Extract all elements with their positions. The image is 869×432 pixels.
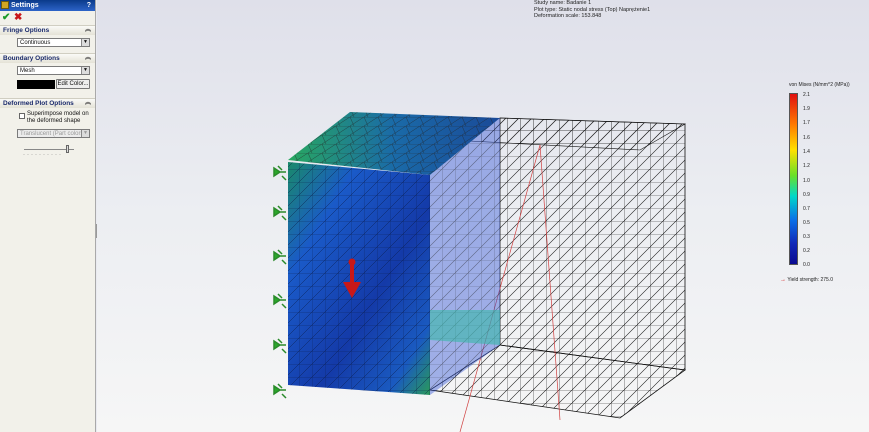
fixture-icon	[273, 249, 287, 265]
legend-title: von Mises (N/mm^2 (MPa))	[789, 82, 850, 88]
yield-strength-text: Yield strength: 275.0	[787, 277, 833, 283]
yield-strength: → Yield strength: 275.0	[780, 277, 833, 283]
fixture-icon	[273, 165, 287, 181]
legend-tick: 0.9	[803, 192, 810, 198]
legend-tick: 0.7	[803, 206, 810, 212]
legend-tick: 0.0	[803, 262, 810, 268]
deformation-scale: Deformation scale: 153.848	[534, 13, 602, 19]
legend-tick: 0.5	[803, 220, 810, 226]
legend-tick: 1.7	[803, 120, 810, 126]
fixture-icon	[273, 293, 287, 309]
fixture-icons	[273, 165, 287, 399]
legend-tick: 0.2	[803, 248, 810, 254]
fixture-icon	[273, 338, 287, 354]
legend-tick: 0.3	[803, 234, 810, 240]
fixture-icon	[273, 383, 287, 399]
legend-tick: 1.2	[803, 163, 810, 169]
study-info: Study name: Badanie 1 Plot type: Static …	[534, 0, 650, 20]
legend-color-bar	[789, 93, 798, 265]
legend-tick: 2.1	[803, 92, 810, 98]
model-render	[273, 112, 687, 432]
legend-tick: 1.0	[803, 178, 810, 184]
legend-tick: 1.9	[803, 106, 810, 112]
legend-tick: 1.6	[803, 135, 810, 141]
fixture-icon	[273, 205, 287, 221]
legend-tick: 1.4	[803, 149, 810, 155]
arrow-right-icon: →	[780, 277, 786, 283]
